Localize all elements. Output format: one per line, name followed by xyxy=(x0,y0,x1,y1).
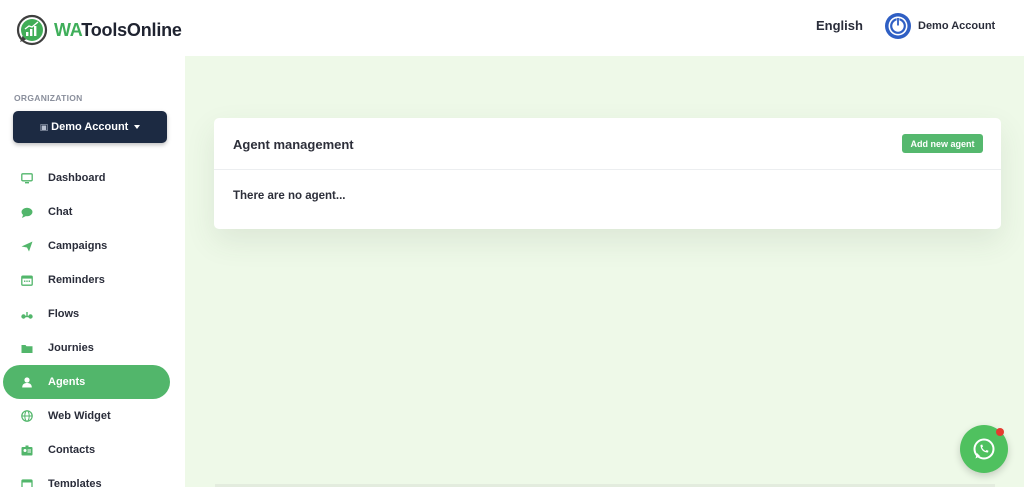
sidebar-item-reminders[interactable]: Reminders xyxy=(0,263,185,297)
language-selector[interactable]: English xyxy=(816,18,863,33)
sidebar-nav: Dashboard Chat Campaigns Reminders Flows xyxy=(0,161,185,487)
add-new-agent-button[interactable]: Add new agent xyxy=(902,134,983,153)
power-avatar-icon xyxy=(885,13,911,39)
sidebar-item-label: Journies xyxy=(48,342,94,354)
sidebar-item-flows[interactable]: Flows xyxy=(0,297,185,331)
sidebar-item-dashboard[interactable]: Dashboard xyxy=(0,161,185,195)
brand-logo[interactable]: WAToolsOnline xyxy=(16,14,182,46)
sidebar-item-label: Contacts xyxy=(48,444,96,456)
sidebar-item-web-widget[interactable]: Web Widget xyxy=(0,399,185,433)
user-icon xyxy=(20,375,34,389)
sidebar-item-label: Reminders xyxy=(48,274,105,286)
sidebar-item-campaigns[interactable]: Campaigns xyxy=(0,229,185,263)
flow-icon xyxy=(20,307,34,321)
agent-management-card: Agent management Add new agent There are… xyxy=(214,118,1001,229)
whatsapp-icon xyxy=(973,438,995,460)
sidebar-item-label: Dashboard xyxy=(48,172,106,184)
organization-dropdown-button[interactable]: ▣ Demo Account xyxy=(13,111,167,143)
sidebar-item-chat[interactable]: Chat xyxy=(0,195,185,229)
building-icon: ▣ xyxy=(39,121,49,132)
organization-name: Demo Account xyxy=(51,121,129,133)
brand-name: WAToolsOnline xyxy=(54,20,182,41)
brand-name-rest: ToolsOnline xyxy=(81,19,182,40)
sidebar-item-journies[interactable]: Journies xyxy=(0,331,185,365)
sidebar-item-label: Templates xyxy=(48,478,102,487)
sidebar-item-label: Chat xyxy=(48,206,73,218)
account-name: Demo Account xyxy=(918,20,996,32)
monitor-icon xyxy=(20,171,34,185)
organization-label: ORGANIZATION xyxy=(14,93,83,103)
sidebar-item-label: Campaigns xyxy=(48,240,108,252)
sidebar-item-label: Agents xyxy=(48,376,86,388)
empty-state-text: There are no agent... xyxy=(233,190,346,202)
main-content: Agent management Add new agent There are… xyxy=(185,56,1024,487)
card-title: Agent management xyxy=(233,137,354,152)
chat-bubble-icon xyxy=(20,205,34,219)
paper-plane-icon xyxy=(20,239,34,253)
contacts-icon xyxy=(20,443,34,457)
whatsapp-chart-logo-icon xyxy=(16,14,48,46)
sidebar-item-label: Flows xyxy=(48,308,80,320)
caret-down-icon xyxy=(134,125,141,129)
globe-icon xyxy=(20,409,34,423)
card-header: Agent management Add new agent xyxy=(214,118,1001,170)
top-bar: WAToolsOnline English Demo Account xyxy=(0,0,1024,56)
sidebar-item-label: Web Widget xyxy=(48,410,111,422)
account-menu[interactable]: Demo Account xyxy=(884,12,995,40)
sidebar-item-templates[interactable]: Templates xyxy=(0,467,185,487)
brand-name-highlight: WA xyxy=(54,19,82,40)
folder-icon xyxy=(20,341,34,355)
sidebar-item-agents[interactable]: Agents xyxy=(3,365,170,399)
sidebar-item-contacts[interactable]: Contacts xyxy=(0,433,185,467)
template-icon xyxy=(20,477,34,487)
notification-dot xyxy=(996,428,1004,436)
sidebar: ORGANIZATION ▣ Demo Account Dashboard Ch… xyxy=(0,56,185,487)
calendar-icon xyxy=(20,273,34,287)
